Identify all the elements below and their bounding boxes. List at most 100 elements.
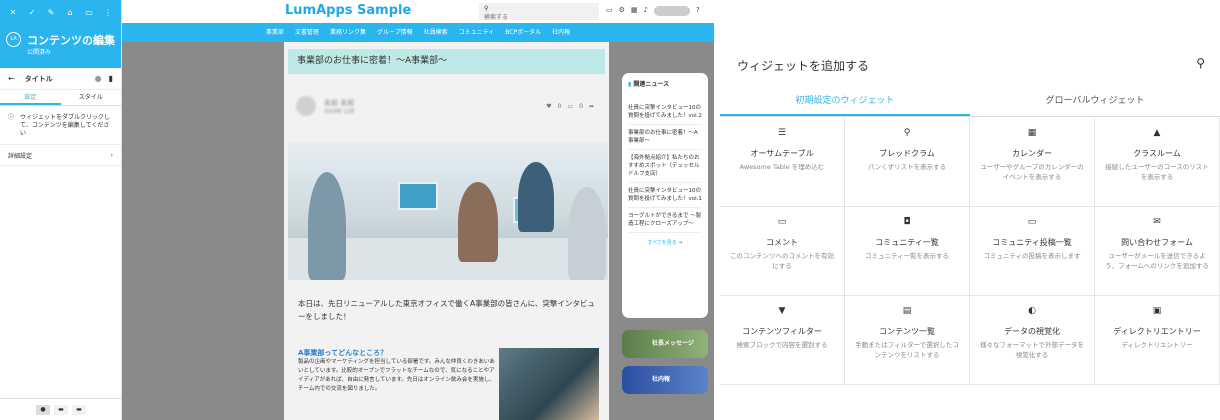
search-icon[interactable]: ⚲ xyxy=(1196,56,1205,70)
gear-icon[interactable]: ⚙ xyxy=(619,6,625,16)
widget-tile[interactable]: ▣ ディレクトリエントリー ディレクトリエントリー xyxy=(1095,296,1220,385)
widget-name: 問い合わせフォーム xyxy=(1121,238,1193,247)
chevron-right-icon: › xyxy=(110,151,113,159)
chat-icon[interactable]: ▭ xyxy=(606,6,613,16)
settings-dot-icon[interactable]: ● xyxy=(95,74,102,83)
widget-description: ユーザーがメールを送信できるよう、フォームへのリンクを追加する xyxy=(1105,252,1209,270)
widget-tile[interactable]: ☰ オーサムテーブル Awesome Table を埋め込む xyxy=(720,118,845,207)
widget-name: コミュニティ一覧 xyxy=(875,238,939,247)
news-item[interactable]: ヨーグルトができるまで 〜製造工程にクローズアップ〜 xyxy=(628,208,702,233)
desktop-view-icon[interactable]: ● xyxy=(36,404,50,415)
page-preview: LumApps Sample ⚲ 検索する ▭ ⚙ ▦ ♪ ? 事業部 文書管理… xyxy=(122,0,714,420)
apps-icon[interactable]: ▦ xyxy=(631,6,638,16)
message-icon: ▭ xyxy=(1027,217,1037,227)
article-title[interactable]: 事業部のお仕事に密着！〜A事業部〜 xyxy=(288,49,605,74)
nav-item[interactable]: コミュニティ xyxy=(459,23,495,42)
widget-tile[interactable]: ▦ カレンダー ユーザーやグループのカレンダーのイベントを表示する xyxy=(970,118,1095,207)
community-icon: ◘ xyxy=(903,217,911,227)
widget-description: このコンテンツへのコメントを有効にする xyxy=(730,252,834,270)
calendar-icon[interactable]: ▭ xyxy=(84,8,94,17)
widget-tile[interactable]: ◘ コミュニティ一覧 コミュニティ一覧を表示する xyxy=(845,207,970,296)
info-message: ⓘ ウィジェットをダブルクリックして、コンテンツを編集してください xyxy=(0,106,121,144)
content-list-icon: ▤ xyxy=(902,306,912,316)
comment-icon[interactable]: ▭ xyxy=(567,103,573,110)
editor-tabs: 設定 スタイル xyxy=(0,90,121,106)
help-icon[interactable]: ? xyxy=(696,6,700,16)
widget-tile[interactable]: ▼ コンテンツフィルター 検索ブロックで内容を選別する xyxy=(720,296,845,385)
nav-item[interactable]: 業務リンク集 xyxy=(330,23,366,42)
author-name: 名前 名前 xyxy=(324,98,355,107)
widget-name: オーサムテーブル xyxy=(750,149,814,158)
widget-name: コンテンツ一覧 xyxy=(879,327,935,336)
tab-global-widgets[interactable]: グローバルウィジェット xyxy=(970,87,1220,116)
tab-default-widgets[interactable]: 初期設定のウィジェット xyxy=(720,87,970,116)
site-logo[interactable]: LumApps Sample xyxy=(285,3,411,18)
top-icons: ▭ ⚙ ▦ ♪ ? xyxy=(606,6,700,16)
widget-name: ブレッドクラム xyxy=(879,149,935,158)
widget-grid: ☰ オーサムテーブル Awesome Table を埋め込む ⚲ ブレッドクラム パンくず… xyxy=(720,118,1220,385)
bell-icon[interactable]: ♪ xyxy=(644,6,648,16)
news-item[interactable]: 【海外拠点紹介】私たちのおすすめスポット（デュッセルドルフ支店） xyxy=(628,150,702,183)
search-icon: ⚲ xyxy=(484,5,489,12)
nav-item[interactable]: BCPポータル xyxy=(505,23,541,42)
nav-item[interactable]: 社内報 xyxy=(552,23,570,42)
widget-name: コミュニティ投稿一覧 xyxy=(992,238,1072,247)
widget-tile[interactable]: ▤ コンテンツ一覧 手動またはフィルターで選択したコンテンツをリストする xyxy=(845,296,970,385)
nav-item[interactable]: グループ情報 xyxy=(377,23,413,42)
back-arrow-icon[interactable]: ← xyxy=(8,74,15,83)
widget-tile[interactable]: ▭ コメント このコンテンツへのコメントを有効にする xyxy=(720,207,845,296)
share-icon[interactable]: ➦ xyxy=(589,103,594,110)
comment-count: 0 xyxy=(579,103,583,110)
news-icon: ▮ xyxy=(628,81,632,88)
like-count: 0 xyxy=(557,103,562,110)
filter-icon: ▼ xyxy=(778,306,786,316)
school-icon: ▲ xyxy=(1153,128,1161,138)
widget-name: カレンダー xyxy=(1012,149,1052,158)
tablet-view-icon[interactable]: ▬ xyxy=(54,404,68,415)
mobile-view-icon[interactable]: ▬ xyxy=(72,404,86,415)
check-icon[interactable]: ✓ xyxy=(27,8,37,17)
location-icon: ⚲ xyxy=(903,128,911,138)
news-item[interactable]: 事業部のお仕事に密着！〜A事業部〜 xyxy=(628,125,702,150)
editor-status: 公開済み xyxy=(27,49,52,56)
advanced-settings[interactable]: 詳細設定 › xyxy=(0,144,121,166)
like-icon[interactable]: ♥ xyxy=(546,103,551,110)
more-icon[interactable]: ⋮ xyxy=(103,8,113,17)
edit-icon[interactable]: ✎ xyxy=(46,8,56,17)
widget-tile[interactable]: ▭ コミュニティ投稿一覧コミュニティの投稿を表示します xyxy=(970,207,1095,296)
site-search-input[interactable]: ⚲ 検索する xyxy=(479,3,599,21)
widget-tile[interactable]: ▲ クラスルーム 接続したユーザーのコースのリストを表示する xyxy=(1095,118,1220,207)
lock-icon[interactable]: ⌂ xyxy=(65,8,75,17)
chart-icon: ◐ xyxy=(1028,306,1036,316)
see-all-link[interactable]: すべてを見る ➜ xyxy=(628,239,702,246)
widget-tile[interactable]: ◐ データの視覚化 様々なフォーマットで外部データを視覚化する xyxy=(970,296,1095,385)
widget-name: ディレクトリエントリー xyxy=(1113,327,1201,336)
newsletter-banner[interactable]: 社内報 xyxy=(622,366,708,394)
view-switcher: ● ▬ ▬ xyxy=(0,398,122,420)
close-icon[interactable]: ✕ xyxy=(8,8,18,17)
ceo-message-banner[interactable]: 社長メッセージ xyxy=(622,330,708,358)
editor-header: ✕ ✓ ✎ ⌂ ▭ ⋮ LA コンテンツの編集 公開済み xyxy=(0,0,121,68)
author-avatar xyxy=(296,96,316,116)
widget-row[interactable]: ← タイトル ● ▮ xyxy=(0,68,121,90)
widget-tile[interactable]: ✉ 問い合わせフォーム ユーザーがメールを送信できるよう、フォームへのリンクを追加す… xyxy=(1095,207,1220,296)
widget-tile[interactable]: ⚲ ブレッドクラム パンくずリストを表示する xyxy=(845,118,970,207)
section-heading: A事業部ってどんなところ？ xyxy=(298,349,388,357)
news-item[interactable]: 社員に突撃インタビュー10の質問を投げてみました！vol.1 xyxy=(628,183,702,208)
news-item[interactable]: 社員に突撃インタビュー10の質問を投げてみました！vol.2 xyxy=(628,100,702,125)
directory-icon: ▣ xyxy=(1152,306,1162,316)
tab-style[interactable]: スタイル xyxy=(61,90,122,105)
nav-item[interactable]: 文書管理 xyxy=(295,23,319,42)
nav-item[interactable]: 事業部 xyxy=(266,23,284,42)
article-body: 本日は、先日リニューアルした東京オフィスで働くA事業部の皆さんに、突撃インタビュ… xyxy=(298,299,595,321)
user-avatar[interactable] xyxy=(654,6,690,16)
article: 事業部のお仕事に密着！〜A事業部〜 名前 名前 2019年 12月 ♥ 0 ▭ 0 … xyxy=(284,42,609,420)
preview-topbar: LumApps Sample ⚲ 検索する ▭ ⚙ ▦ ♪ ? xyxy=(122,0,714,23)
delete-icon[interactable]: ▮ xyxy=(109,74,113,83)
editor-title: コンテンツの編集 xyxy=(27,34,115,47)
tab-settings[interactable]: 設定 xyxy=(0,90,61,105)
widget-description: コミュニティの投稿を表示します xyxy=(983,252,1081,260)
info-icon: ⓘ xyxy=(8,114,15,121)
nav-item[interactable]: 社員検索 xyxy=(424,23,448,42)
widget-name: コンテンツフィルター xyxy=(742,327,822,336)
